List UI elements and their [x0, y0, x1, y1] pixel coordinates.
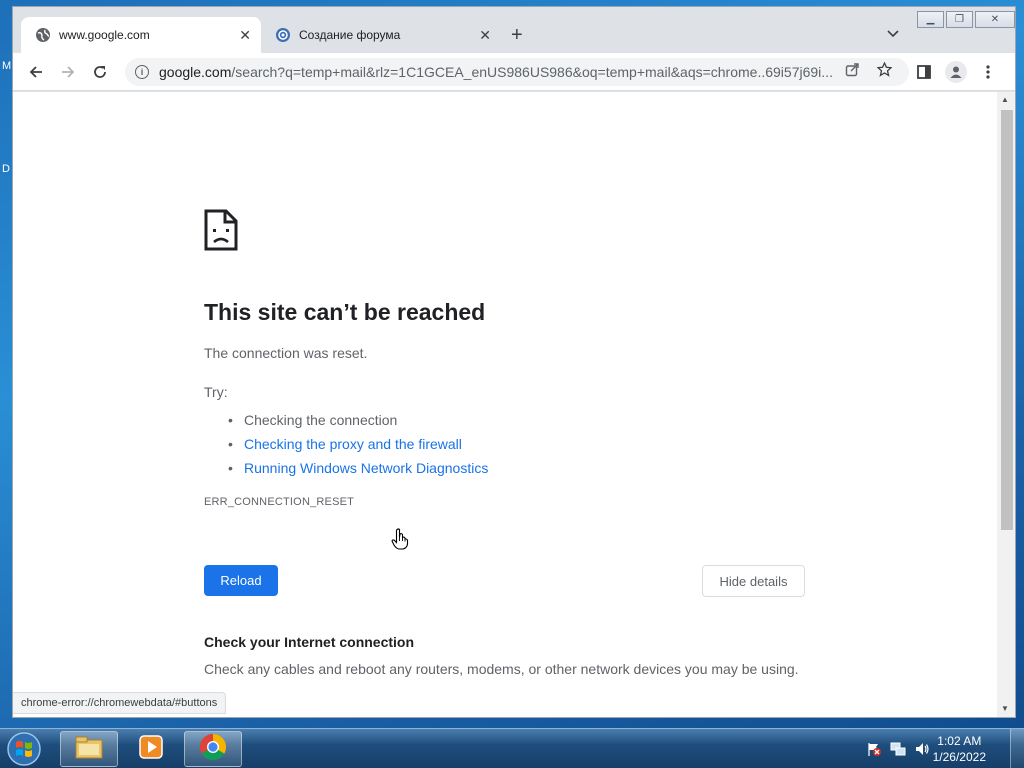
- browser-window: www.google.com ✕ Создание форума ✕ + ▁ ❐…: [12, 6, 1016, 718]
- scroll-down-icon[interactable]: ▼: [1001, 704, 1009, 713]
- try-label: Try:: [204, 384, 228, 400]
- window-controls: ▁ ❐ ✕: [915, 11, 1015, 28]
- check-connection-body: Check any cables and reboot any routers,…: [204, 661, 799, 677]
- tab-strip: www.google.com ✕ Создание форума ✕ + ▁ ❐…: [13, 7, 1015, 53]
- tab-title: www.google.com: [59, 28, 150, 42]
- action-center-flag-icon[interactable]: [866, 741, 882, 757]
- browser-toolbar: i google.com/search?q=temp+mail&rlz=1C1G…: [13, 53, 1015, 91]
- media-player-taskbar-button[interactable]: [122, 731, 180, 767]
- network-diagnostics-link[interactable]: Running Windows Network Diagnostics: [228, 456, 488, 480]
- scroll-thumb[interactable]: [1001, 110, 1013, 530]
- sad-page-icon: [203, 208, 239, 257]
- clock-date: 1/26/2022: [932, 750, 986, 764]
- reload-icon[interactable]: [89, 61, 111, 83]
- error-subtitle: The connection was reset.: [204, 345, 368, 361]
- check-connection-title: Check your Internet connection: [204, 634, 415, 650]
- side-panel-icon[interactable]: [913, 61, 935, 83]
- hand-cursor-icon: [391, 528, 409, 555]
- menu-kebab-icon[interactable]: [977, 61, 999, 83]
- minimize-button[interactable]: ▁: [917, 11, 944, 28]
- address-bar[interactable]: i google.com/search?q=temp+mail&rlz=1C1G…: [125, 58, 909, 86]
- clock-time: 1:02 AM: [937, 734, 982, 748]
- desktop-label: M: [2, 60, 12, 72]
- tab-forum[interactable]: Создание форума ✕: [261, 17, 501, 53]
- site-info-icon[interactable]: i: [135, 65, 149, 79]
- close-tab-icon[interactable]: ✕: [479, 27, 491, 44]
- scroll-up-icon[interactable]: ▲: [1001, 95, 1009, 104]
- network-icon[interactable]: [890, 741, 906, 757]
- error-code: ERR_CONNECTION_RESET: [204, 496, 355, 508]
- forward-button[interactable]: [57, 61, 79, 83]
- desktop-label: D: [2, 163, 10, 175]
- proxy-firewall-link[interactable]: Checking the proxy and the firewall: [228, 432, 488, 456]
- tab-google[interactable]: www.google.com ✕: [21, 17, 261, 53]
- vertical-scrollbar[interactable]: ▲ ▼: [997, 92, 1015, 717]
- suggestion-list: Checking the connection Checking the pro…: [228, 408, 488, 480]
- explorer-taskbar-button[interactable]: [60, 731, 118, 767]
- folder-icon: [74, 734, 104, 765]
- close-window-button[interactable]: ✕: [975, 11, 1015, 28]
- new-tab-button[interactable]: +: [511, 25, 523, 45]
- back-button[interactable]: [25, 61, 47, 83]
- globe-icon: [35, 27, 51, 43]
- suggestion-item: Checking the connection: [228, 408, 488, 432]
- share-icon[interactable]: [845, 62, 860, 81]
- error-title: This site can’t be reached: [204, 299, 486, 325]
- start-button[interactable]: [4, 731, 44, 767]
- system-clock[interactable]: 1:02 AM 1/26/2022: [933, 733, 986, 765]
- close-tab-icon[interactable]: ✕: [239, 27, 251, 44]
- chrome-taskbar-button[interactable]: [184, 731, 242, 767]
- site-favicon-icon: [275, 27, 291, 43]
- media-player-icon: [137, 733, 165, 766]
- restore-button[interactable]: ❐: [946, 11, 973, 28]
- tab-search-chevron-icon[interactable]: [887, 27, 899, 41]
- taskbar: 1:02 AM 1/26/2022: [0, 728, 1024, 768]
- profile-avatar[interactable]: [945, 61, 967, 83]
- reload-button[interactable]: Reload: [204, 565, 278, 596]
- volume-icon[interactable]: [914, 741, 930, 757]
- status-bar-url: chrome-error://chromewebdata/#buttons: [13, 692, 227, 714]
- chrome-icon: [198, 732, 228, 767]
- show-desktop-button[interactable]: [1010, 729, 1024, 768]
- url-text: google.com/search?q=temp+mail&rlz=1C1GCE…: [159, 64, 833, 80]
- page-content: This site can’t be reached The connectio…: [13, 92, 997, 717]
- hide-details-button[interactable]: Hide details: [702, 565, 805, 597]
- tab-title: Создание форума: [299, 28, 401, 42]
- bookmark-star-icon[interactable]: [876, 61, 893, 81]
